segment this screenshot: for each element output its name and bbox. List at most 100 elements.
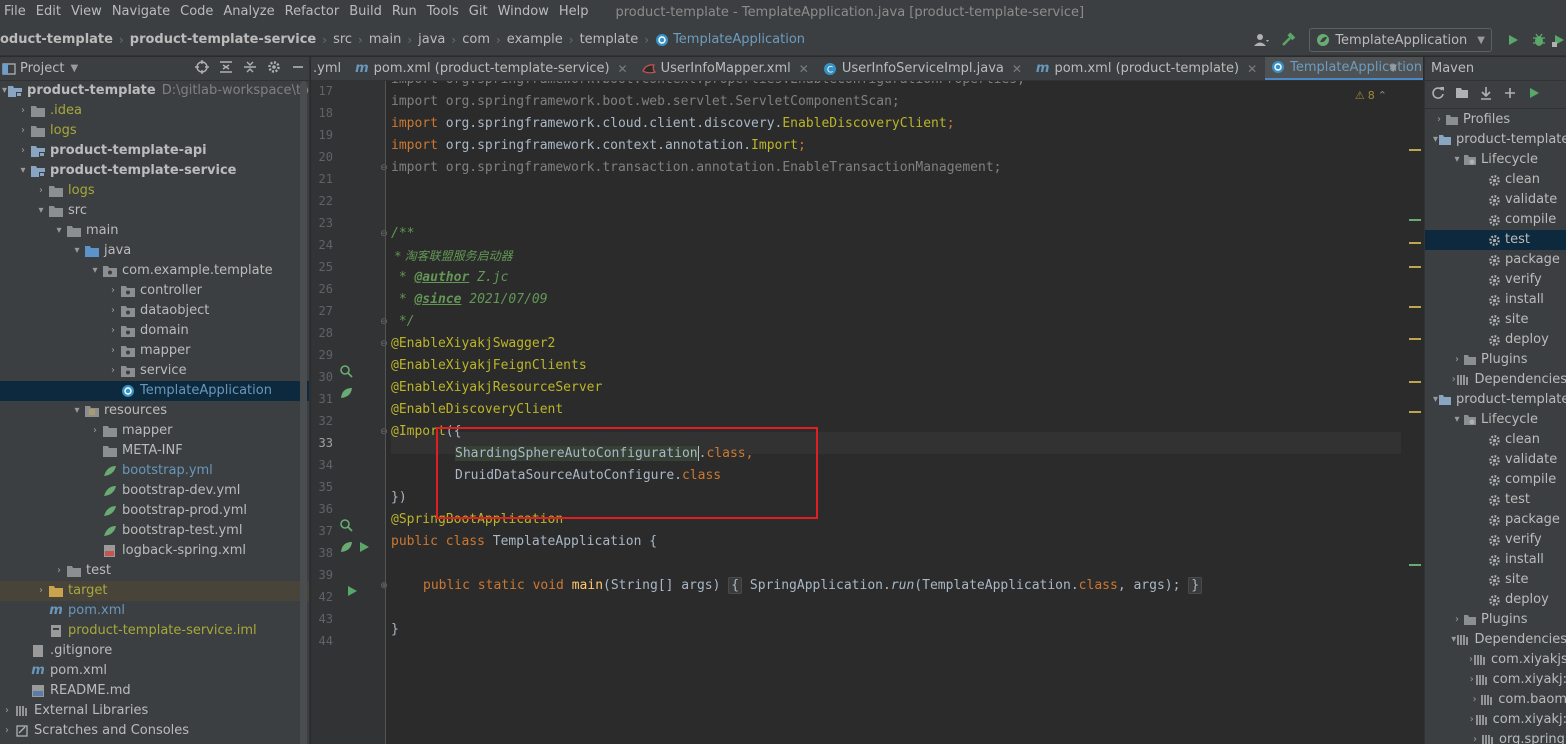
tree-item-bootstrap-prod-yml[interactable]: bootstrap-prod.yml [0,501,309,521]
fold-marker-icon[interactable]: ⊖ [379,229,389,239]
tree-item-template-api[interactable]: › product-template-api [0,141,309,161]
folded-block-open[interactable]: { [728,577,743,594]
maven-goal-compile[interactable]: compile [1425,210,1566,230]
breadcrumb-class[interactable]: TemplateApplication [655,32,805,47]
spring-bean-leaf-icon[interactable] [339,386,353,400]
tree-item-logs[interactable]: › logs [0,121,309,141]
chevron-down-icon[interactable]: ▾ [88,261,102,281]
spring-bean-search-icon[interactable] [339,518,353,532]
maven-dependency[interactable]: › org.spring [1425,730,1566,744]
tree-item-bootstrap-dev-yml[interactable]: bootstrap-dev.yml [0,481,309,501]
tab-userinfo-mapper[interactable]: UserInfoMapper.xml ✕ [636,57,817,80]
tree-item-template-service[interactable]: ▾ product-template-service [0,161,309,181]
maven-goal-validate[interactable]: validate [1425,190,1566,210]
maven-goal-site-2[interactable]: site [1425,570,1566,590]
chevron-right-icon[interactable]: › [1433,110,1445,130]
error-stripe[interactable] [1407,81,1423,744]
breadcrumb-project[interactable]: oduct-template [0,32,113,47]
fold-marker-icon[interactable]: ⊖ [379,163,389,173]
tree-item-root-pom[interactable]: m pom.xml [0,661,309,681]
maven-goal-verify-2[interactable]: verify [1425,530,1566,550]
maven-dependency[interactable]: › com.xiyakj: [1425,670,1566,690]
inspection-warnings[interactable]: ⚠ 8 ⌃ [1355,89,1387,102]
chevron-right-icon[interactable]: › [52,561,66,581]
tree-item-external-libraries[interactable]: › External Libraries [0,701,309,721]
generate-sources-icon[interactable] [1455,86,1469,104]
tree-item-dataobject[interactable]: › dataobject [0,301,309,321]
breadcrumb-module[interactable]: product-template-service [130,32,316,47]
run-configuration-select[interactable]: TemplateApplication ▼ [1309,28,1492,52]
chevron-right-icon[interactable]: › [88,421,102,441]
maven-item-profiles[interactable]: › Profiles [1425,110,1566,130]
tree-item-domain[interactable]: › domain [0,321,309,341]
build-hammer-icon[interactable] [1275,27,1301,53]
chevron-right-icon[interactable]: › [1469,690,1480,710]
maven-goal-validate-2[interactable]: validate [1425,450,1566,470]
breadcrumb-template[interactable]: template [580,32,639,47]
add-icon[interactable] [1503,86,1517,104]
maven-item-plugins-2[interactable]: › Plugins [1425,610,1566,630]
folded-block-close[interactable]: } [1188,577,1203,594]
collapse-all-icon[interactable] [243,60,257,78]
chevron-down-icon[interactable]: ▾ [34,201,48,221]
chevron-right-icon[interactable]: › [1469,730,1481,744]
chevron-down-icon[interactable]: ▾ [1451,410,1463,430]
tree-item-service[interactable]: › service [0,361,309,381]
chevron-down-icon[interactable]: ▼ [70,63,78,74]
chevron-right-icon[interactable]: › [34,581,48,601]
fold-marker-icon[interactable]: ⊖ [379,339,389,349]
run-gutter-icon[interactable] [345,584,359,598]
chevron-right-icon[interactable]: › [106,361,120,381]
tab-pom-service[interactable]: m pom.xml (product-template-service) ✕ [349,57,636,80]
chevron-right-icon[interactable]: › [16,121,30,141]
gear-icon[interactable] [267,60,281,78]
breadcrumb-java[interactable]: java [418,32,445,47]
run-with-coverage-icon[interactable] [1552,27,1566,53]
chevron-right-icon[interactable]: › [34,181,48,201]
user-icon[interactable] [1249,27,1275,53]
maven-goal-site[interactable]: site [1425,310,1566,330]
maven-goal-package[interactable]: package [1425,250,1566,270]
menu-view[interactable]: View [66,0,107,24]
menu-file[interactable]: File [0,0,31,24]
tree-item-main[interactable]: ▾ main [0,221,309,241]
menu-help[interactable]: Help [554,0,594,24]
menu-edit[interactable]: Edit [31,0,66,24]
stripe-marker[interactable] [1409,266,1421,268]
stripe-marker[interactable] [1409,149,1421,151]
chevron-right-icon[interactable]: › [0,721,14,741]
maven-item-plugins[interactable]: › Plugins [1425,350,1566,370]
tree-item-java[interactable]: ▾ java [0,241,309,261]
menu-code[interactable]: Code [175,0,218,24]
fold-marker-icon[interactable]: ⊕ [379,581,389,591]
run-icon[interactable] [1500,27,1526,53]
maven-goal-package-2[interactable]: package [1425,510,1566,530]
maven-goal-install[interactable]: install [1425,290,1566,310]
menu-tools[interactable]: Tools [422,0,464,24]
chevron-right-icon[interactable]: › [16,101,30,121]
menu-build[interactable]: Build [344,0,387,24]
maven-item-lifecycle[interactable]: ▾ Lifecycle [1425,150,1566,170]
minimize-icon[interactable] [291,60,305,78]
tabs-dropdown-icon[interactable]: ▼ [1389,57,1397,80]
menu-window[interactable]: Window [493,0,554,24]
tab-pom-root[interactable]: m pom.xml (product-template) ✕ [1030,57,1265,80]
project-panel-title[interactable]: Project [20,61,64,76]
close-icon[interactable]: ✕ [799,62,809,76]
maven-goal-test-2[interactable]: test [1425,490,1566,510]
tree-item-bootstrap-yml[interactable]: bootstrap.yml [0,461,309,481]
stripe-marker[interactable] [1409,306,1421,308]
close-icon[interactable]: ✕ [1247,62,1257,76]
maven-item-lifecycle-2[interactable]: ▾ Lifecycle [1425,410,1566,430]
chevron-down-icon[interactable]: ▾ [70,401,84,421]
menu-analyze[interactable]: Analyze [218,0,279,24]
chevron-right-icon[interactable]: › [0,701,14,721]
tree-item-mapper[interactable]: › mapper [0,341,309,361]
tree-item-logback-xml[interactable]: logback-spring.xml [0,541,309,561]
chevron-right-icon[interactable]: › [106,281,120,301]
maven-dependency[interactable]: › com.xiyakjs [1425,650,1566,670]
stripe-marker[interactable] [1409,381,1421,383]
code-area[interactable]: import org.springframework.boot.context.… [391,81,1401,744]
fold-marker-icon[interactable]: ⊖ [379,317,389,327]
run-maven-icon[interactable] [1527,86,1541,104]
